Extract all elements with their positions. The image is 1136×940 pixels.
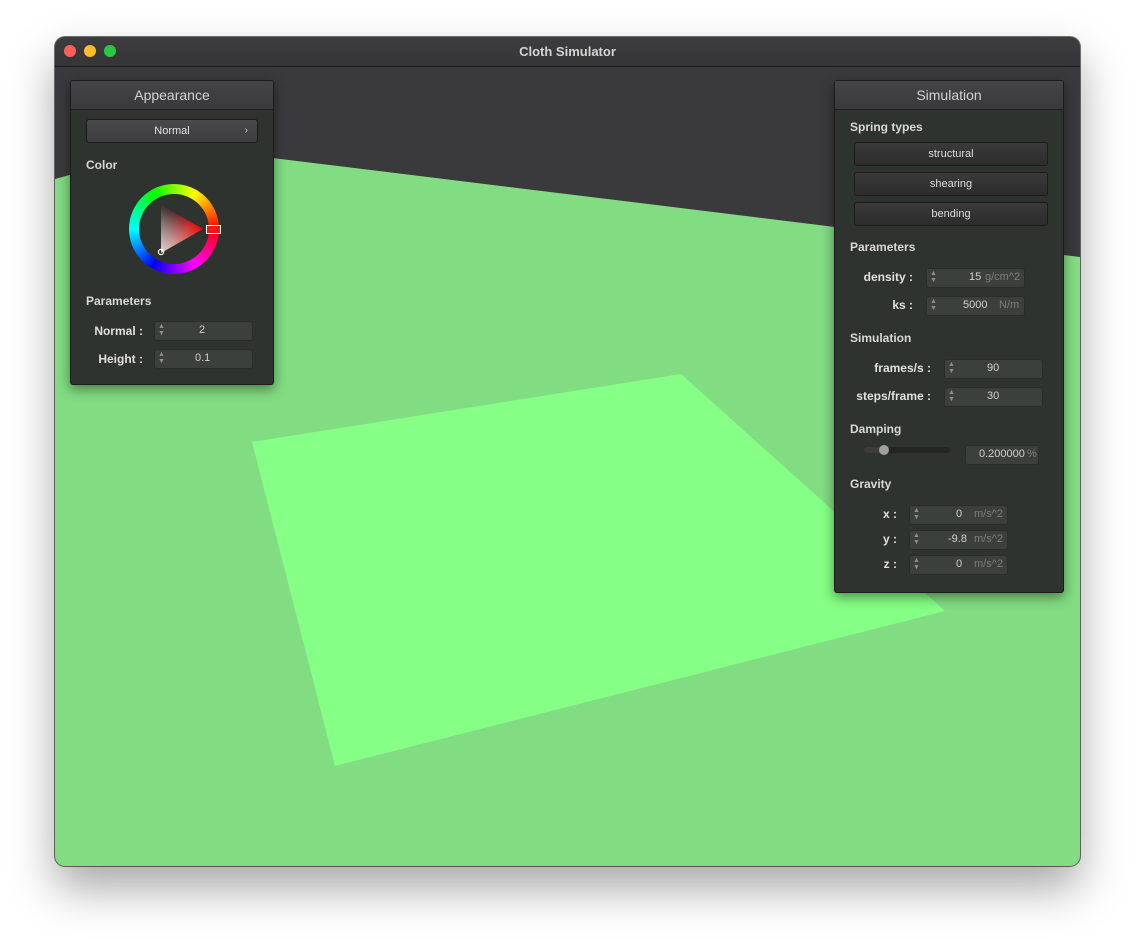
damping-label: Damping [850,422,902,436]
gravity-z-label: z : [883,557,897,571]
shearing-button[interactable]: shearing [854,172,1048,196]
sim-parameters-label: Parameters [850,240,916,254]
title-bar: Cloth Simulator [55,37,1080,67]
damping-slider-knob[interactable] [879,445,889,455]
spinner-icon[interactable]: ▲ ▼ [158,351,165,365]
gravity-z-unit: m/s^2 [974,558,1003,570]
density-input[interactable]: ▲ ▼ 15 g/cm^2 [926,268,1025,288]
appearance-parameters-label: Parameters [86,294,152,308]
window-title: Cloth Simulator [519,44,616,59]
appearance-panel-header[interactable]: Appearance [71,81,273,110]
gravity-x-label: x : [882,507,897,521]
density-label: density : [863,270,913,284]
height-label: Height : [98,352,143,366]
damping-input[interactable]: 0.200000 % [965,445,1039,465]
normal-label: Normal : [94,324,143,338]
gravity-z-input[interactable]: ▲ ▼ 0 m/s^2 [909,555,1008,575]
ks-input[interactable]: ▲ ▼ 5000 N/m [926,296,1025,316]
damping-slider[interactable] [864,445,950,455]
gravity-y-unit: m/s^2 [974,533,1003,545]
appearance-panel: Appearance Normal › Color Parameters Nor… [70,80,274,385]
height-input[interactable]: ▲ ▼ 0.1 [154,349,253,369]
app-window: Cloth Simulator Appearance Normal › Colo… [55,37,1080,866]
simulation-section-label: Simulation [850,331,912,345]
spinner-icon[interactable]: ▲ ▼ [913,507,920,521]
damping-unit: % [1027,448,1037,460]
structural-button[interactable]: structural [854,142,1048,166]
hue-selector-marker[interactable] [206,225,221,234]
steps-per-frame-label: steps/frame : [856,389,931,403]
ks-unit: N/m [999,299,1020,311]
damping-value: 0.200000 [979,448,1025,460]
normal-value: 2 [199,324,206,336]
gravity-label: Gravity [850,477,892,491]
gravity-x-input[interactable]: ▲ ▼ 0 m/s^2 [909,505,1008,525]
shader-dropdown-value: Normal [154,125,190,137]
spinner-icon[interactable]: ▲ ▼ [930,270,937,284]
color-wheel[interactable] [129,184,221,274]
height-value: 0.1 [195,352,211,364]
gravity-y-input[interactable]: ▲ ▼ -9.8 m/s^2 [909,530,1008,550]
gravity-z-value: 0 [956,558,963,570]
shader-dropdown[interactable]: Normal › [86,119,258,143]
ks-value: 5000 [963,299,988,311]
gravity-y-label: y : [882,532,897,546]
frames-per-s-value: 90 [987,362,1000,374]
frames-per-s-input[interactable]: ▲ ▼ 90 [944,359,1043,379]
bending-button[interactable]: bending [854,202,1048,226]
ks-label: ks : [892,298,913,312]
normal-input[interactable]: ▲ ▼ 2 [154,321,253,341]
density-unit: g/cm^2 [985,271,1021,283]
gravity-x-unit: m/s^2 [974,508,1003,520]
frames-per-s-label: frames/s : [874,361,931,375]
simulation-panel: Simulation Spring types structural shear… [834,80,1064,593]
spinner-icon[interactable]: ▲ ▼ [948,361,955,375]
steps-per-frame-value: 30 [987,390,1000,402]
spring-types-label: Spring types [850,120,923,134]
spinner-icon[interactable]: ▲ ▼ [930,298,937,312]
density-value: 15 [969,271,982,283]
chevron-right-icon: › [244,125,248,136]
spinner-icon[interactable]: ▲ ▼ [158,323,165,337]
simulation-panel-header[interactable]: Simulation [835,81,1063,110]
color-label: Color [86,158,118,172]
gravity-x-value: 0 [956,508,963,520]
spinner-icon[interactable]: ▲ ▼ [948,389,955,403]
steps-per-frame-input[interactable]: ▲ ▼ 30 [944,387,1043,407]
gravity-y-value: -9.8 [948,533,967,545]
spinner-icon[interactable]: ▲ ▼ [913,557,920,571]
spinner-icon[interactable]: ▲ ▼ [913,532,920,546]
